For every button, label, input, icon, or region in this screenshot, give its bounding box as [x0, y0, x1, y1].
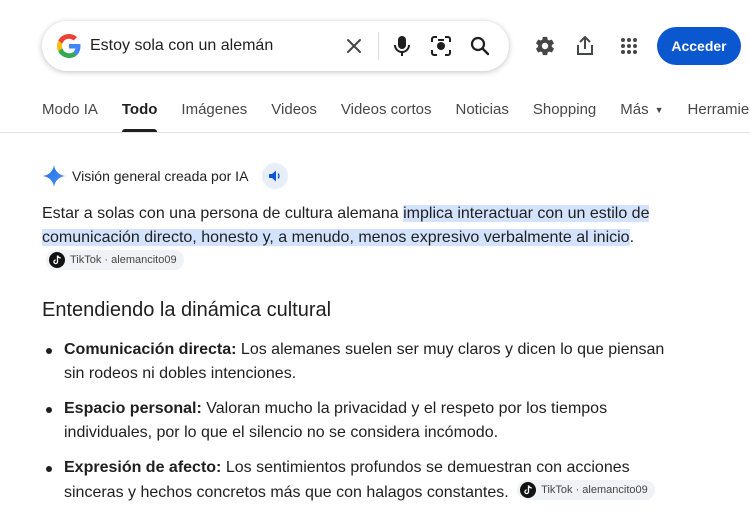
tab-more[interactable]: Más ▼ [620, 98, 663, 132]
tab-label: Modo IA [42, 101, 98, 118]
ai-overview-bullets: Comunicación directa: Los alemanes suele… [42, 338, 682, 511]
settings-gear-icon[interactable] [533, 34, 557, 58]
tab-label: Imágenes [181, 101, 248, 118]
source-chip[interactable]: TikTok · alemancito09 [46, 250, 184, 270]
source-chip-label: TikTok · alemancito09 [541, 484, 648, 496]
search-tabs: Modo IA Todo Imágenes Videos Videos cort… [42, 98, 750, 132]
search-divider [378, 32, 379, 60]
microphone-icon[interactable] [390, 34, 414, 58]
tab-videos[interactable]: Videos [271, 98, 317, 132]
tab-all[interactable]: Todo [121, 98, 158, 132]
tab-label: Videos [271, 101, 317, 118]
search-input[interactable] [90, 21, 330, 71]
intro-end: . [629, 229, 635, 246]
tiktok-icon [520, 482, 537, 498]
list-item: Expresión de afecto: Los sentimientos pr… [42, 456, 682, 505]
tab-news[interactable]: Noticias [456, 98, 509, 132]
listen-button[interactable] [262, 163, 289, 189]
search-box[interactable] [42, 21, 509, 71]
apps-grid-icon[interactable] [617, 34, 641, 58]
sign-in-button[interactable]: Acceder [657, 27, 741, 65]
tab-label: Herramientas [687, 101, 750, 118]
tab-label: Videos cortos [340, 101, 432, 118]
search-icon[interactable] [468, 34, 492, 58]
tiktok-icon [49, 252, 65, 268]
list-item: Espacio personal: Valoran mucho la priva… [42, 397, 682, 445]
tab-images[interactable]: Imágenes [181, 98, 247, 132]
ai-overview-title: Visión general creada por IA [72, 168, 249, 184]
source-chip-label: TikTok · alemancito09 [70, 254, 177, 266]
tab-shopping[interactable]: Shopping [533, 98, 596, 132]
ai-overview-intro: Estar a solas con una persona de cultura… [42, 202, 682, 275]
tab-ai-mode[interactable]: Modo IA [42, 98, 98, 132]
ai-overview-header: Visión general creada por IA [42, 163, 289, 189]
source-chip[interactable]: TikTok · alemancito09 [517, 480, 655, 500]
speaker-icon [269, 170, 281, 182]
tab-tools[interactable]: Herramientas [688, 98, 750, 132]
share-icon[interactable] [573, 34, 597, 58]
lens-camera-icon[interactable] [429, 34, 453, 58]
intro-text: Estar a solas con una persona de cultura… [42, 205, 404, 222]
bullet-term: Espacio personal: [64, 400, 202, 417]
tab-label: Noticias [455, 101, 509, 118]
bullet-term: Expresión de afecto: [64, 459, 222, 476]
caret-down-icon: ▼ [654, 105, 664, 115]
tab-label: Todo [121, 101, 158, 118]
ai-sparkle-icon [43, 165, 65, 187]
bullet-term: Comunicación directa: [64, 341, 237, 358]
tab-label: Shopping [532, 101, 597, 118]
list-item: Comunicación directa: Los alemanes suele… [42, 338, 682, 386]
clear-icon[interactable] [342, 34, 366, 58]
tab-label: Más [620, 101, 649, 118]
tab-short-videos[interactable]: Videos cortos [341, 98, 432, 132]
section-heading: Entendiendo la dinámica cultural [42, 299, 332, 321]
google-g-logo [57, 34, 81, 58]
tabs-divider [0, 132, 750, 133]
